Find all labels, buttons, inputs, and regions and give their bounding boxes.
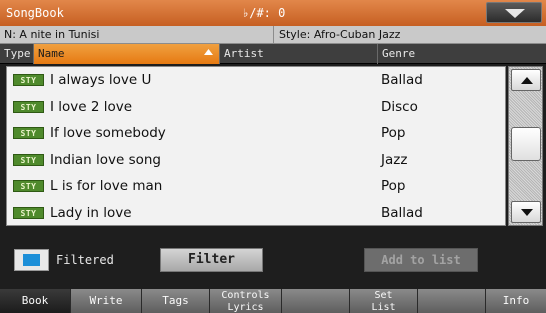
list-item[interactable]: STY I love 2 love Disco [7, 94, 505, 121]
tab-info-label: Info [502, 294, 530, 307]
scroll-down-button[interactable] [511, 201, 541, 223]
tab-book-label: Book [21, 294, 49, 307]
tab-controls-lyrics[interactable]: Controls Lyrics [210, 289, 282, 313]
song-genre: Ballad [381, 72, 423, 88]
column-artist[interactable]: Artist [220, 44, 378, 64]
tab-empty-1[interactable] [282, 289, 350, 313]
list-item[interactable]: STY L is for love man Pop [7, 173, 505, 200]
info-bar: N: A nite in Tunisi Style: Afro-Cuban Ja… [0, 26, 546, 44]
chevron-down-icon [505, 9, 525, 18]
song-title: L is for love man [50, 178, 163, 195]
tab-set-list[interactable]: Set List [350, 289, 418, 313]
filtered-checkbox[interactable] [14, 249, 49, 271]
song-list: STY I always love U Ballad STY I love 2 … [6, 66, 506, 226]
tab-lyrics-label: Lyrics [227, 302, 264, 313]
column-name-label: Name [38, 47, 65, 60]
sort-up-icon [204, 49, 213, 55]
tab-book[interactable]: Book [0, 289, 71, 313]
tab-controls-label: Controls [221, 290, 270, 301]
column-genre[interactable]: Genre [378, 44, 546, 64]
filtered-label: Filtered [56, 253, 114, 267]
column-type[interactable]: Type [0, 44, 34, 64]
song-genre: Pop [381, 178, 406, 195]
title-bar: SongBook ♭/#: 0 [0, 0, 546, 26]
tab-write-label: Write [89, 294, 123, 307]
tab-write[interactable]: Write [71, 289, 142, 313]
app-title: SongBook [6, 6, 64, 20]
tab-info[interactable]: Info [486, 289, 546, 313]
filter-button[interactable]: Filter [160, 248, 263, 272]
info-divider [273, 26, 274, 44]
song-title: Indian love song [50, 151, 161, 168]
tab-tags[interactable]: Tags [142, 289, 210, 313]
filter-controls: Filtered Filter Add to list [0, 232, 546, 284]
style-type-badge: STY [13, 153, 44, 166]
song-genre: Jazz [381, 151, 408, 168]
style-name: Style: Afro-Cuban Jazz [279, 28, 401, 41]
accidentals-readout: ♭/#: 0 [242, 6, 286, 20]
column-name[interactable]: Name [34, 44, 220, 64]
song-genre: Ballad [381, 205, 423, 221]
arrow-down-icon [521, 209, 533, 216]
list-scrollbar[interactable] [508, 66, 543, 226]
tab-set-label: Set [374, 290, 393, 301]
song-title: Lady in love [50, 205, 132, 221]
list-item[interactable]: STY I always love U Ballad [7, 67, 505, 94]
scroll-up-button[interactable] [511, 69, 541, 91]
song-name: N: A nite in Tunisi [4, 28, 100, 41]
tab-list-label: List [371, 302, 396, 313]
tab-bar: Book Write Tags Controls Lyrics Set List… [0, 289, 546, 313]
song-genre: Disco [381, 98, 418, 115]
style-type-badge: STY [13, 74, 44, 86]
add-to-list-button[interactable]: Add to list [364, 248, 478, 272]
style-type-badge: STY [13, 180, 44, 193]
style-type-badge: STY [13, 207, 44, 219]
song-genre: Pop [381, 125, 406, 142]
scroll-thumb[interactable] [511, 127, 541, 161]
style-type-badge: STY [13, 100, 44, 113]
checkbox-checked-indicator [23, 254, 40, 266]
list-item[interactable]: STY Lady in love Ballad [7, 200, 505, 227]
column-header: Type Name Artist Genre [0, 44, 546, 64]
style-type-badge: STY [13, 127, 44, 140]
tab-tags-label: Tags [162, 294, 189, 307]
song-title: If love somebody [50, 125, 166, 142]
song-title: I love 2 love [50, 98, 133, 115]
list-item[interactable]: STY If love somebody Pop [7, 120, 505, 147]
list-item[interactable]: STY Indian love song Jazz [7, 147, 505, 174]
arrow-up-icon [521, 77, 533, 84]
song-title: I always love U [50, 72, 152, 88]
tab-empty-2[interactable] [418, 289, 486, 313]
page-menu-button[interactable] [486, 2, 542, 23]
